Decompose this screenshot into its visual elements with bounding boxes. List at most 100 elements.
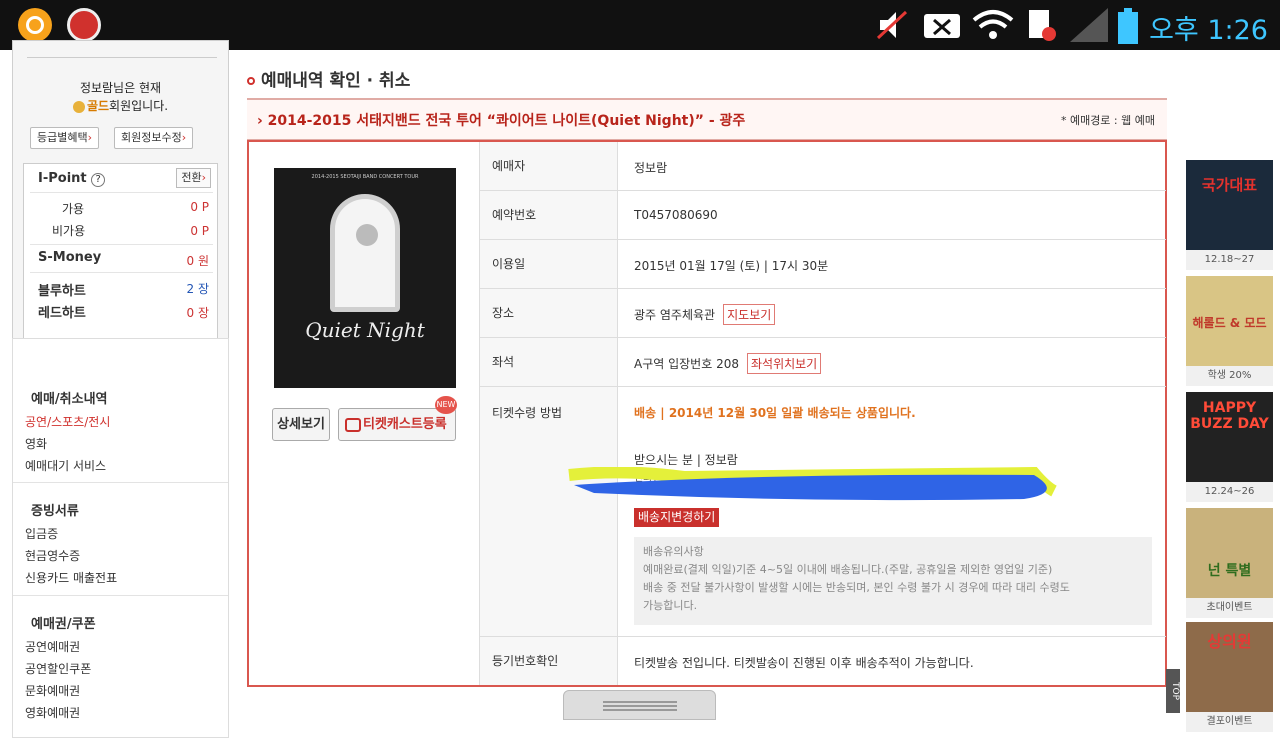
- menu-item-deposit[interactable]: 입금증: [25, 525, 58, 542]
- ipoint-available-value: 0 P: [190, 200, 209, 214]
- booking-detail: 2014-2015 SEOTAIJI BAND CONCERT TOUR Qui…: [247, 140, 1167, 687]
- concert-header: › 2014-2015 서태지밴드 전국 투어 “콰이어트 나이트(Quiet …: [247, 98, 1167, 140]
- smoney-value: 0 원: [186, 254, 210, 268]
- concert-poster[interactable]: 2014-2015 SEOTAIJI BAND CONCERT TOUR Qui…: [274, 168, 456, 388]
- concert-title[interactable]: › 2014-2015 서태지밴드 전국 투어 “콰이어트 나이트(Quiet …: [257, 110, 745, 130]
- divider: [30, 192, 213, 193]
- ad-caption: 초대이벤트: [1186, 598, 1273, 618]
- left-sidebar: 정보람님은 현재 골드회원입니다. 등급별혜택› 회원정보수정› I-Point…: [0, 40, 236, 738]
- seat-value: A구역 입장번호 208: [634, 357, 739, 371]
- ad-caption: 12.18~27: [1186, 250, 1273, 270]
- menu-section-vouchers: 예매권/쿠폰: [31, 617, 96, 632]
- seat-label: 좌석: [480, 338, 618, 386]
- poster-girl-figure: [356, 224, 378, 246]
- help-icon[interactable]: ?: [91, 173, 106, 187]
- new-badge: NEW: [435, 396, 457, 414]
- menu-item-waitlist[interactable]: 예매대기 서비스: [25, 457, 106, 474]
- ad-title: 해롤드 & 모드: [1192, 316, 1267, 330]
- row-registered: 등기번호확인 티켓발송 전입니다. 티켓발송이 진행된 이후 배송추적이 가능합…: [480, 637, 1166, 685]
- ipoint-panel: I-Point ? 전환› 가용 0 P 비가용 0 P S-Money 0 원…: [23, 163, 218, 345]
- date-label: 이용일: [480, 240, 618, 288]
- ticketcast-button[interactable]: 티켓캐스트등록: [338, 408, 456, 441]
- ad-title: 넌 특별: [1207, 563, 1252, 579]
- menu-item-movie[interactable]: 영화: [25, 435, 47, 452]
- ad-banner[interactable]: HAPPY BUZZ DAY: [1186, 392, 1273, 482]
- member-edit-label: 회원정보수정: [121, 131, 182, 144]
- date-value: 2015년 01월 17일 (토) | 17시 30분: [634, 259, 829, 273]
- gold-badge-icon: [72, 100, 85, 113]
- venue-value: 광주 염주체육관: [634, 308, 716, 322]
- venue-label: 장소: [480, 289, 618, 337]
- poster-title: Quiet Night: [305, 318, 425, 342]
- booking-info-table: 예매자 정보람 예약번호 T0457080690 이용일 2015년 01월 1…: [479, 142, 1166, 685]
- ad-caption: 12.24~26: [1186, 482, 1273, 502]
- row-receive-method: 티켓수령 방법 배송 | 2014년 12월 30일 일괄 배송되는 상품입니다…: [480, 387, 1166, 637]
- recipient: 받으시는 분 | 정보람: [634, 453, 738, 467]
- ad-banner[interactable]: 넌 특별: [1186, 508, 1273, 598]
- menu-item-performance[interactable]: 공연/스포츠/전시: [25, 413, 110, 430]
- menu-item-cash-receipt[interactable]: 현금영수증: [25, 547, 80, 564]
- ad-caption: 결포이벤트: [1186, 712, 1273, 732]
- ad-banner[interactable]: 국가대표: [1186, 160, 1273, 250]
- menu-item-discount-coupon[interactable]: 공연할인쿠폰: [25, 660, 91, 677]
- ad-banner[interactable]: 상의원: [1186, 622, 1273, 712]
- detail-button[interactable]: 상세보기: [272, 408, 330, 441]
- ticketcast-label: 티켓캐스트등록: [363, 417, 447, 432]
- row-booker: 예매자 정보람: [480, 142, 1166, 191]
- user-info-box: 정보람님은 현재 골드회원입니다. 등급별혜택› 회원정보수정› I-Point…: [12, 40, 229, 353]
- grade-benefit-button[interactable]: 등급별혜택›: [30, 127, 100, 149]
- ticketcast-icon: [345, 417, 361, 432]
- divider: [13, 595, 228, 596]
- booker-value: 정보람: [634, 161, 668, 175]
- bluehart-value: 2 장: [186, 282, 210, 296]
- bottom-drawer-handle[interactable]: [563, 690, 716, 720]
- divider: [13, 482, 228, 483]
- top-button[interactable]: TOP: [1166, 669, 1180, 713]
- menu-item-movie-voucher[interactable]: 영화예매권: [25, 704, 80, 721]
- menu-item-card-slip[interactable]: 신용카드 매출전표: [25, 569, 117, 586]
- mute-icon: [876, 8, 910, 42]
- ad-title: HAPPY BUZZ DAY: [1190, 400, 1269, 432]
- app-notification-icon: [18, 8, 52, 42]
- booking-no-label: 예약번호: [480, 191, 618, 239]
- menu-item-culture-voucher[interactable]: 문화예매권: [25, 682, 80, 699]
- member-edit-button[interactable]: 회원정보수정›: [114, 127, 194, 149]
- grade-name: 골드: [86, 99, 110, 113]
- notice-line: 예매완료(결제 익일)기준 4~5일 이내에 배송됩니다.(주말, 공휴일을 제…: [643, 563, 1053, 576]
- menu-item-performance-voucher[interactable]: 공연예매권: [25, 638, 80, 655]
- poster-header: 2014-2015 SEOTAIJI BAND CONCERT TOUR: [311, 174, 419, 180]
- clock: 오후 1:26: [1149, 15, 1268, 46]
- wifi-icon: [972, 8, 1014, 42]
- seat-position-button[interactable]: 좌석위치보기: [746, 353, 822, 374]
- notice-title: 배송유의사항: [643, 545, 704, 558]
- logo-divider: [27, 57, 217, 58]
- booker-label: 예매자: [480, 142, 618, 190]
- row-seat: 좌석 A구역 입장번호 208 좌석위치보기: [480, 338, 1166, 387]
- convert-label: 전환: [181, 171, 202, 184]
- page-title-text: 예매내역 확인 · 취소: [261, 71, 411, 91]
- redhart-value: 0 장: [186, 306, 210, 320]
- greeting: 정보람님은 현재: [79, 81, 162, 95]
- address-redaction: [564, 466, 1064, 513]
- grade-line: 골드회원입니다.: [13, 97, 228, 114]
- ipoint-available-label: 가용: [62, 202, 85, 216]
- registered-label: 등기번호확인: [480, 637, 618, 685]
- booking-no-value: T0457080690: [634, 208, 718, 222]
- delivery-notice: 배송유의사항 예매완료(결제 익일)기준 4~5일 이내에 배송됩니다.(주말,…: [634, 537, 1152, 625]
- signal-icon: [1068, 8, 1110, 42]
- notice-line: 가능합니다.: [643, 599, 698, 612]
- divider: [30, 244, 213, 245]
- ad-banner[interactable]: 해롤드 & 모드: [1186, 276, 1273, 366]
- row-date: 이용일 2015년 01월 17일 (토) | 17시 30분: [480, 240, 1166, 289]
- ipoint-title: I-Point: [38, 171, 87, 186]
- menu-section-booking: 예매/취소내역: [31, 392, 108, 407]
- map-button[interactable]: 지도보기: [723, 304, 776, 325]
- seat-line: A구역 입장번호 208 좌석위치보기: [634, 353, 822, 374]
- delivery-text: 배송 | 2014년 12월 30일 일괄 배송되는 상품입니다.: [634, 406, 916, 420]
- registered-value: 티켓발송 전입니다. 티켓발송이 진행된 이후 배송추적이 가능합니다.: [634, 656, 974, 670]
- convert-button[interactable]: 전환›: [176, 168, 211, 188]
- right-ad-rail: 국가대표 12.18~27 해롤드 & 모드 학생 20% HAPPY BUZZ…: [1186, 160, 1274, 732]
- ad-caption: 학생 20%: [1186, 366, 1273, 386]
- ipoint-unavailable-value: 0 P: [190, 224, 209, 238]
- change-address-button[interactable]: 배송지변경하기: [634, 508, 720, 527]
